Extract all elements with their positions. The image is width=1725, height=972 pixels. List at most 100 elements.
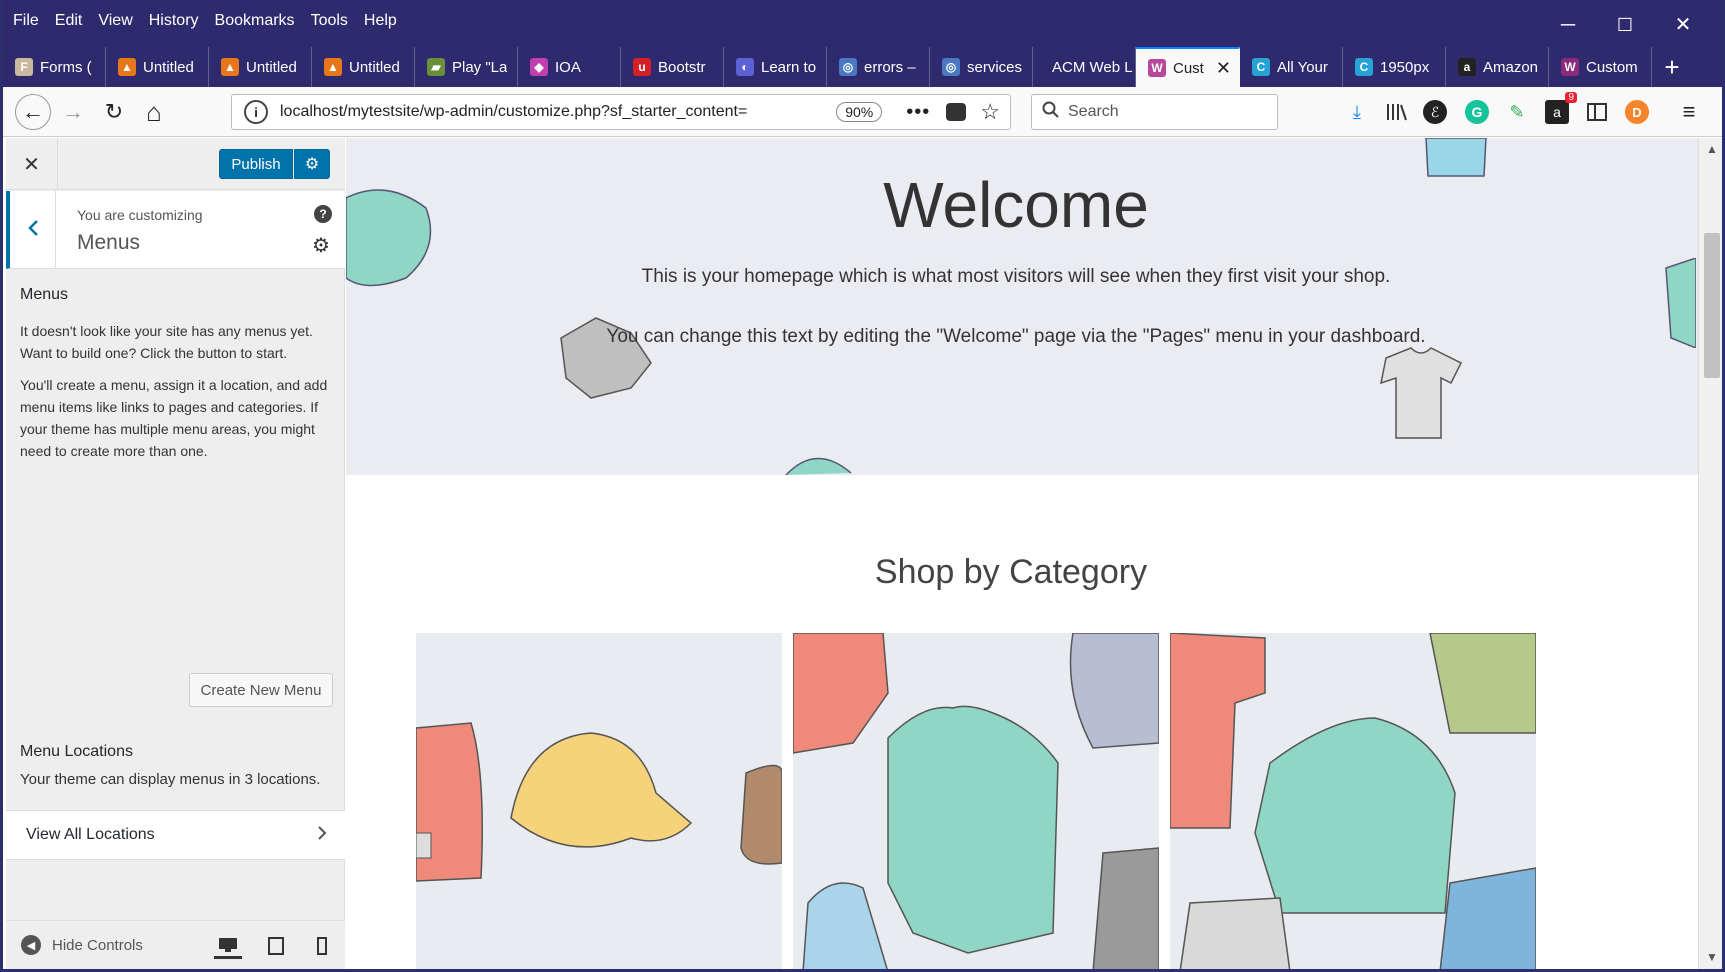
close-customizer-button[interactable]: ✕ bbox=[6, 138, 58, 190]
hide-controls-button[interactable]: Hide Controls bbox=[52, 937, 143, 954]
sidebar-icon[interactable] bbox=[1585, 100, 1609, 124]
close-window-button[interactable]: ✕ bbox=[1663, 10, 1703, 40]
menu-view[interactable]: View bbox=[98, 12, 132, 30]
category-card-tshirts[interactable] bbox=[1170, 633, 1536, 969]
view-all-locations-label: View All Locations bbox=[26, 826, 155, 843]
title-bar: File Edit View History Bookmarks Tools H… bbox=[3, 0, 1722, 47]
vertical-scrollbar[interactable]: ▲ ▼ bbox=[1698, 138, 1722, 969]
sweatshirt-illustration-icon bbox=[560, 317, 652, 399]
you-are-customizing-label: You are customizing bbox=[77, 207, 203, 223]
maximize-button[interactable]: ☐ bbox=[1605, 10, 1645, 40]
tab[interactable]: ▲ Untitled bbox=[312, 47, 415, 87]
eyedropper-icon[interactable]: ✎ bbox=[1505, 100, 1529, 124]
tab[interactable]: ◐ Learn to bbox=[724, 47, 827, 87]
tab-active[interactable]: W Cust ✕ bbox=[1136, 47, 1240, 87]
tab[interactable]: F Forms ( bbox=[3, 47, 106, 87]
accessories-illustration-icon bbox=[416, 722, 782, 882]
publish-settings-button[interactable]: ⚙ bbox=[294, 149, 330, 179]
new-tab-button[interactable]: + bbox=[1652, 47, 1692, 87]
bookmark-star-icon[interactable]: ☆ bbox=[980, 99, 1000, 125]
tab-favicon-icon: ◎ bbox=[839, 58, 857, 76]
zoom-level-indicator[interactable]: 90% bbox=[836, 102, 883, 122]
tab-favicon-icon: u bbox=[633, 58, 651, 76]
collapse-arrow-icon[interactable]: ◀ bbox=[21, 935, 41, 955]
tab[interactable]: a Amazon bbox=[1446, 47, 1549, 87]
menus-intro-text: It doesn't look like your site has any m… bbox=[20, 323, 313, 361]
reload-icon: ↻ bbox=[104, 99, 124, 124]
forward-button[interactable]: → bbox=[57, 96, 89, 128]
view-all-locations-button[interactable]: View All Locations bbox=[6, 810, 345, 860]
publish-button[interactable]: Publish bbox=[219, 149, 293, 179]
section-name: Menus bbox=[77, 231, 141, 254]
tab-title: Forms ( bbox=[40, 58, 92, 76]
tab[interactable]: W Custom bbox=[1549, 47, 1652, 87]
tab-title: Untitled bbox=[246, 58, 297, 76]
amazon-assistant-icon[interactable]: a9 bbox=[1545, 92, 1577, 124]
tab-title: errors – bbox=[864, 58, 916, 76]
tab-title: Custom bbox=[1586, 58, 1638, 76]
tab-title: services bbox=[967, 58, 1023, 76]
category-card-hoodies[interactable] bbox=[793, 633, 1159, 969]
scroll-up-arrow-icon[interactable]: ▲ bbox=[1704, 142, 1720, 158]
tab-favicon-icon: ▲ bbox=[118, 58, 136, 76]
tab[interactable]: ◆ IOA bbox=[518, 47, 621, 87]
welcome-text-2: You can change this text by editing the … bbox=[606, 326, 1426, 347]
create-new-menu-button[interactable]: Create New Menu bbox=[189, 673, 333, 707]
home-icon: ⌂ bbox=[146, 96, 162, 127]
extension-icon[interactable]: D bbox=[1625, 100, 1649, 124]
tab-favicon-icon: ▲ bbox=[324, 58, 342, 76]
home-button[interactable]: ⌂ bbox=[138, 96, 170, 128]
download-icon[interactable]: ⤓ bbox=[1345, 100, 1369, 124]
url-text[interactable]: localhost/mytestsite/wp-admin/customize.… bbox=[280, 103, 836, 121]
category-card-accessories[interactable] bbox=[416, 633, 782, 969]
tab-favicon-icon: ◆ bbox=[530, 58, 548, 76]
browser-window: File Edit View History Bookmarks Tools H… bbox=[0, 0, 1725, 972]
reload-button[interactable]: ↻ bbox=[98, 96, 130, 128]
close-tab-icon[interactable]: ✕ bbox=[1216, 58, 1231, 79]
grammarly-icon[interactable]: G bbox=[1465, 100, 1489, 124]
menu-bookmarks[interactable]: Bookmarks bbox=[215, 12, 295, 30]
page-actions-icon[interactable]: ••• bbox=[906, 101, 930, 124]
menu-help[interactable]: Help bbox=[364, 12, 397, 30]
search-input[interactable]: Search bbox=[1031, 94, 1278, 130]
tab[interactable]: ◎ services bbox=[930, 47, 1033, 87]
evernote-icon[interactable]: ℰ bbox=[1423, 100, 1447, 124]
tab[interactable]: C 1950px bbox=[1343, 47, 1446, 87]
tab[interactable]: u Bootstr bbox=[621, 47, 724, 87]
scrollbar-thumb[interactable] bbox=[1704, 233, 1720, 378]
scroll-down-arrow-icon[interactable]: ▼ bbox=[1704, 950, 1720, 966]
help-icon[interactable]: ? bbox=[314, 205, 332, 223]
search-placeholder: Search bbox=[1068, 103, 1119, 120]
hamburger-menu-icon[interactable]: ≡ bbox=[1677, 99, 1701, 124]
menus-panel-body: Menus It doesn't look like your site has… bbox=[20, 284, 330, 472]
tshirt-illustration-icon bbox=[1380, 347, 1463, 439]
menu-history[interactable]: History bbox=[149, 12, 199, 30]
menu-tools[interactable]: Tools bbox=[311, 12, 348, 30]
tab[interactable]: ◎ errors – bbox=[827, 47, 930, 87]
desktop-preview-icon[interactable] bbox=[214, 933, 242, 959]
library-icon[interactable] bbox=[1385, 100, 1409, 124]
pocket-icon[interactable] bbox=[946, 103, 967, 121]
forward-arrow-icon: → bbox=[62, 99, 84, 124]
tab-title: All Your bbox=[1277, 58, 1328, 76]
tab[interactable]: ACM Web L bbox=[1033, 47, 1136, 87]
tab[interactable]: C All Your bbox=[1240, 47, 1343, 87]
menu-edit[interactable]: Edit bbox=[55, 12, 83, 30]
tab-title: Cust bbox=[1173, 59, 1204, 77]
tab[interactable]: ▰ Play "La bbox=[415, 47, 518, 87]
url-bar[interactable]: i localhost/mytestsite/wp-admin/customiz… bbox=[231, 94, 1011, 130]
section-settings-gear-icon[interactable]: ⚙ bbox=[312, 233, 330, 258]
minimize-button[interactable]: ─ bbox=[1548, 10, 1588, 40]
tab-title: 1950px bbox=[1380, 58, 1430, 76]
tab[interactable]: ▲ Untitled bbox=[106, 47, 209, 87]
tab[interactable]: ▲ Untitled bbox=[209, 47, 312, 87]
site-preview[interactable]: Welcome This is your homepage which is w… bbox=[346, 138, 1698, 969]
back-button[interactable]: ← bbox=[15, 94, 51, 130]
menu-file[interactable]: File bbox=[13, 12, 39, 30]
welcome-text-1: This is your homepage which is what most… bbox=[641, 266, 1391, 287]
tablet-preview-icon[interactable] bbox=[262, 933, 290, 959]
back-to-panel-button[interactable] bbox=[10, 191, 56, 269]
mobile-preview-icon[interactable] bbox=[308, 933, 336, 959]
tab-title: Play "La bbox=[452, 58, 508, 76]
site-info-icon[interactable]: i bbox=[244, 100, 268, 124]
